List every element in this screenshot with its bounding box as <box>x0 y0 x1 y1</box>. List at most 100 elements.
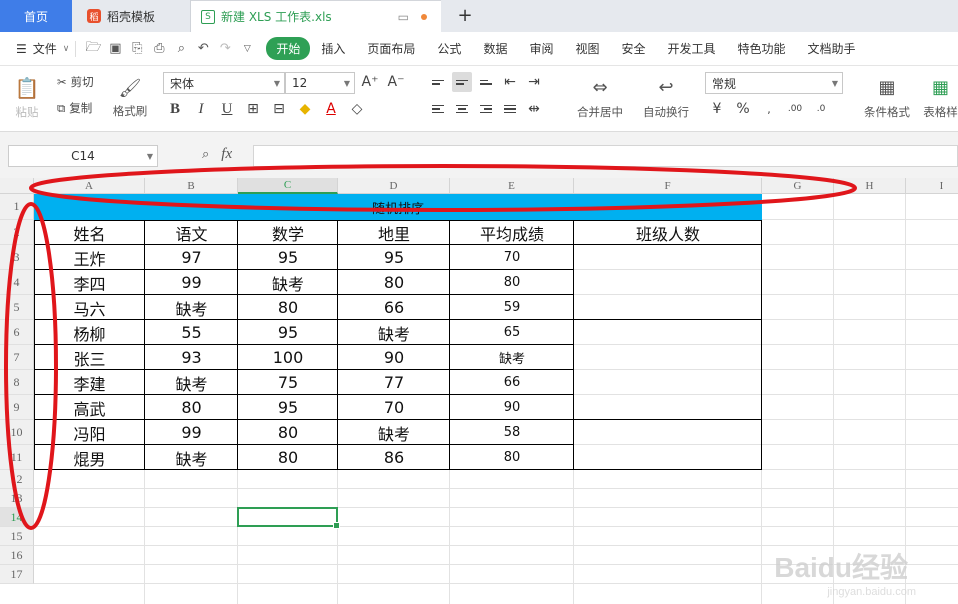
column-header-e[interactable]: E <box>450 178 574 194</box>
justify-icon[interactable] <box>500 99 520 119</box>
table-cell[interactable]: 70 <box>450 245 574 270</box>
table-cell[interactable]: 缺考 <box>338 320 450 345</box>
align-center-icon[interactable] <box>452 99 472 119</box>
menu-tab-developer[interactable]: 开发工具 <box>657 40 727 57</box>
row-header-10[interactable]: 10 <box>0 420 34 445</box>
menu-tab-view[interactable]: 视图 <box>564 40 610 57</box>
formula-input[interactable] <box>253 145 958 167</box>
table-header-cell[interactable]: 班级人数 <box>574 220 762 245</box>
table-cell[interactable]: 99 <box>145 270 238 295</box>
menu-tab-doc-helper[interactable]: 文档助手 <box>797 40 867 57</box>
align-left-icon[interactable] <box>428 99 448 119</box>
column-header-g[interactable]: G <box>762 178 834 194</box>
menu-tab-features[interactable]: 特色功能 <box>727 40 797 57</box>
menu-tab-page-layout[interactable]: 页面布局 <box>356 40 426 57</box>
row-header-1[interactable]: 1 <box>0 194 34 220</box>
increase-font-icon[interactable]: A⁺ <box>360 72 380 92</box>
distribute-icon[interactable]: ⇹ <box>524 99 544 119</box>
table-cell[interactable]: 65 <box>450 320 574 345</box>
row-header-3[interactable]: 3 <box>0 245 34 270</box>
percent-icon[interactable]: % <box>733 99 753 119</box>
wrap-text-button[interactable]: ↩ 自动换行 <box>636 72 696 124</box>
column-header-c[interactable]: C <box>238 178 338 194</box>
menu-tab-start[interactable]: 开始 <box>266 37 311 60</box>
align-top-icon[interactable] <box>428 72 448 92</box>
currency-icon[interactable]: ¥ <box>707 99 727 119</box>
table-cell[interactable]: 80 <box>450 445 574 470</box>
table-cell[interactable]: 86 <box>338 445 450 470</box>
font-name-select[interactable]: 宋体 ▼ <box>163 72 285 94</box>
row-header-16[interactable]: 16 <box>0 546 34 565</box>
align-middle-icon[interactable] <box>452 72 472 92</box>
column-header-f[interactable]: F <box>574 178 762 194</box>
table-cell[interactable]: 缺考 <box>238 270 338 295</box>
menu-tab-review[interactable]: 审阅 <box>518 40 564 57</box>
table-cell[interactable]: 95 <box>238 245 338 270</box>
print-icon[interactable]: ⎙ <box>148 38 170 60</box>
table-cell[interactable]: 97 <box>145 245 238 270</box>
column-header-b[interactable]: B <box>145 178 238 194</box>
table-cell[interactable]: 95 <box>238 395 338 420</box>
table-cell[interactable]: 90 <box>450 395 574 420</box>
eraser-icon[interactable]: ◇ <box>347 99 367 119</box>
fill-pattern-icon[interactable]: ⊟ <box>269 99 289 119</box>
table-header-cell[interactable]: 姓名 <box>34 220 145 245</box>
cut-button[interactable]: ✂ 剪切 <box>57 74 94 90</box>
paste-button[interactable]: 📋 粘贴 <box>10 72 44 124</box>
table-cell[interactable]: 75 <box>238 370 338 395</box>
table-cell[interactable]: 高武 <box>34 395 145 420</box>
decrease-font-icon[interactable]: A⁻ <box>386 72 406 92</box>
column-header-h[interactable]: H <box>834 178 906 194</box>
menu-tab-insert[interactable]: 插入 <box>310 40 356 57</box>
table-cell[interactable]: 张三 <box>34 345 145 370</box>
table-cell[interactable]: 100 <box>238 345 338 370</box>
menu-tab-data[interactable]: 数据 <box>472 40 518 57</box>
row-header-8[interactable]: 8 <box>0 370 34 395</box>
table-cell[interactable]: 马六 <box>34 295 145 320</box>
row-header-11[interactable]: 11 <box>0 445 34 470</box>
table-cell[interactable]: 王炸 <box>34 245 145 270</box>
table-cell[interactable]: 66 <box>338 295 450 320</box>
redo-icon[interactable]: ↷ <box>214 38 236 60</box>
print-preview-icon[interactable]: ⌕ <box>170 38 192 60</box>
row-header-2[interactable]: 2 <box>0 220 34 245</box>
tab-home[interactable]: 首页 <box>0 0 72 32</box>
table-cell[interactable]: 李四 <box>34 270 145 295</box>
name-box[interactable]: C14 ▼ <box>8 145 158 167</box>
zoom-icon[interactable]: ⌕ <box>202 147 209 162</box>
row-header-7[interactable]: 7 <box>0 345 34 370</box>
table-cell[interactable]: 70 <box>338 395 450 420</box>
underline-icon[interactable]: U <box>217 99 237 119</box>
table-header-cell[interactable]: 地里 <box>338 220 450 245</box>
row-header-6[interactable]: 6 <box>0 320 34 345</box>
fx-icon[interactable]: fx <box>221 146 232 163</box>
table-cell[interactable]: 59 <box>450 295 574 320</box>
table-cell[interactable]: 杨柳 <box>34 320 145 345</box>
row-header-13[interactable]: 13 <box>0 489 34 508</box>
table-cell[interactable]: 缺考 <box>145 370 238 395</box>
table-cell[interactable]: 李建 <box>34 370 145 395</box>
table-cell[interactable]: 55 <box>145 320 238 345</box>
table-cell[interactable]: 缺考 <box>450 345 574 370</box>
export-icon[interactable]: ⎘ <box>126 38 148 60</box>
table-cell[interactable]: 80 <box>145 395 238 420</box>
table-style-button[interactable]: ▦ 表格样 <box>923 72 958 124</box>
table-cell[interactable]: 焜男 <box>34 445 145 470</box>
table-cell[interactable]: 80 <box>238 445 338 470</box>
table-cell[interactable]: 66 <box>450 370 574 395</box>
column-header-i[interactable]: I <box>906 178 958 194</box>
table-cell[interactable]: 冯阳 <box>34 420 145 445</box>
table-header-cell[interactable]: 数学 <box>238 220 338 245</box>
tab-file[interactable]: S 新建 XLS 工作表.xls ▭ <box>191 0 441 32</box>
table-cell[interactable]: 80 <box>338 270 450 295</box>
table-cell[interactable]: 缺考 <box>145 445 238 470</box>
table-cell[interactable]: 80 <box>450 270 574 295</box>
menu-tab-formula[interactable]: 公式 <box>426 40 472 57</box>
row-header-17[interactable]: 17 <box>0 565 34 584</box>
number-format-select[interactable]: 常规 ▼ <box>705 72 843 94</box>
row-header-14[interactable]: 14 <box>0 508 34 527</box>
spreadsheet-grid[interactable]: ABCDEFGHI 1 2 3 4 5 6 7 8 9 10 11 12 13 14 15 16 17 随机排序… <box>0 178 958 604</box>
indent-decrease-icon[interactable]: ⇤ <box>500 72 520 92</box>
align-bottom-icon[interactable] <box>476 72 496 92</box>
new-tab-button[interactable]: + <box>455 5 475 26</box>
